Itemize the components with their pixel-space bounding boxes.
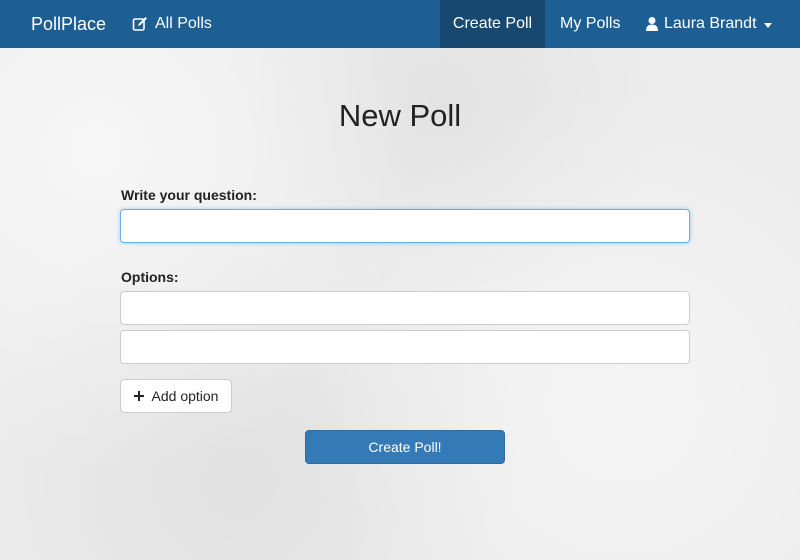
plus-icon [133, 391, 144, 401]
brand-link[interactable]: PollPlace [31, 14, 106, 35]
add-option-label: Add option [151, 388, 219, 404]
nav-my-polls-label: My Polls [560, 15, 621, 32]
add-option-button[interactable]: Add option [120, 379, 232, 413]
top-navbar: PollPlace All Polls Create Poll My Polls… [0, 0, 800, 48]
create-poll-button[interactable]: Create Poll! [305, 430, 505, 464]
create-poll-label: Create Poll! [368, 439, 442, 455]
nav-create-poll[interactable]: Create Poll [440, 0, 545, 48]
main-content: New Poll Write your question: Options: A… [0, 48, 800, 560]
nav-create-poll-label: Create Poll [452, 15, 533, 32]
options-label: Options: [121, 269, 179, 285]
user-icon [646, 16, 658, 32]
nav-all-polls-label: All Polls [155, 15, 212, 32]
nav-my-polls[interactable]: My Polls [560, 0, 620, 48]
option-input-2[interactable] [120, 330, 690, 364]
page-title: New Poll [338, 98, 462, 133]
user-name: Laura Brandt [664, 15, 757, 32]
nav-all-polls[interactable]: All Polls [132, 0, 212, 48]
question-input[interactable] [120, 209, 690, 243]
user-menu[interactable]: Laura Brandt [646, 0, 772, 48]
question-label: Write your question: [121, 187, 257, 203]
caret-down-icon [763, 22, 772, 28]
option-input-1[interactable] [120, 291, 690, 325]
edit-icon [132, 16, 148, 32]
